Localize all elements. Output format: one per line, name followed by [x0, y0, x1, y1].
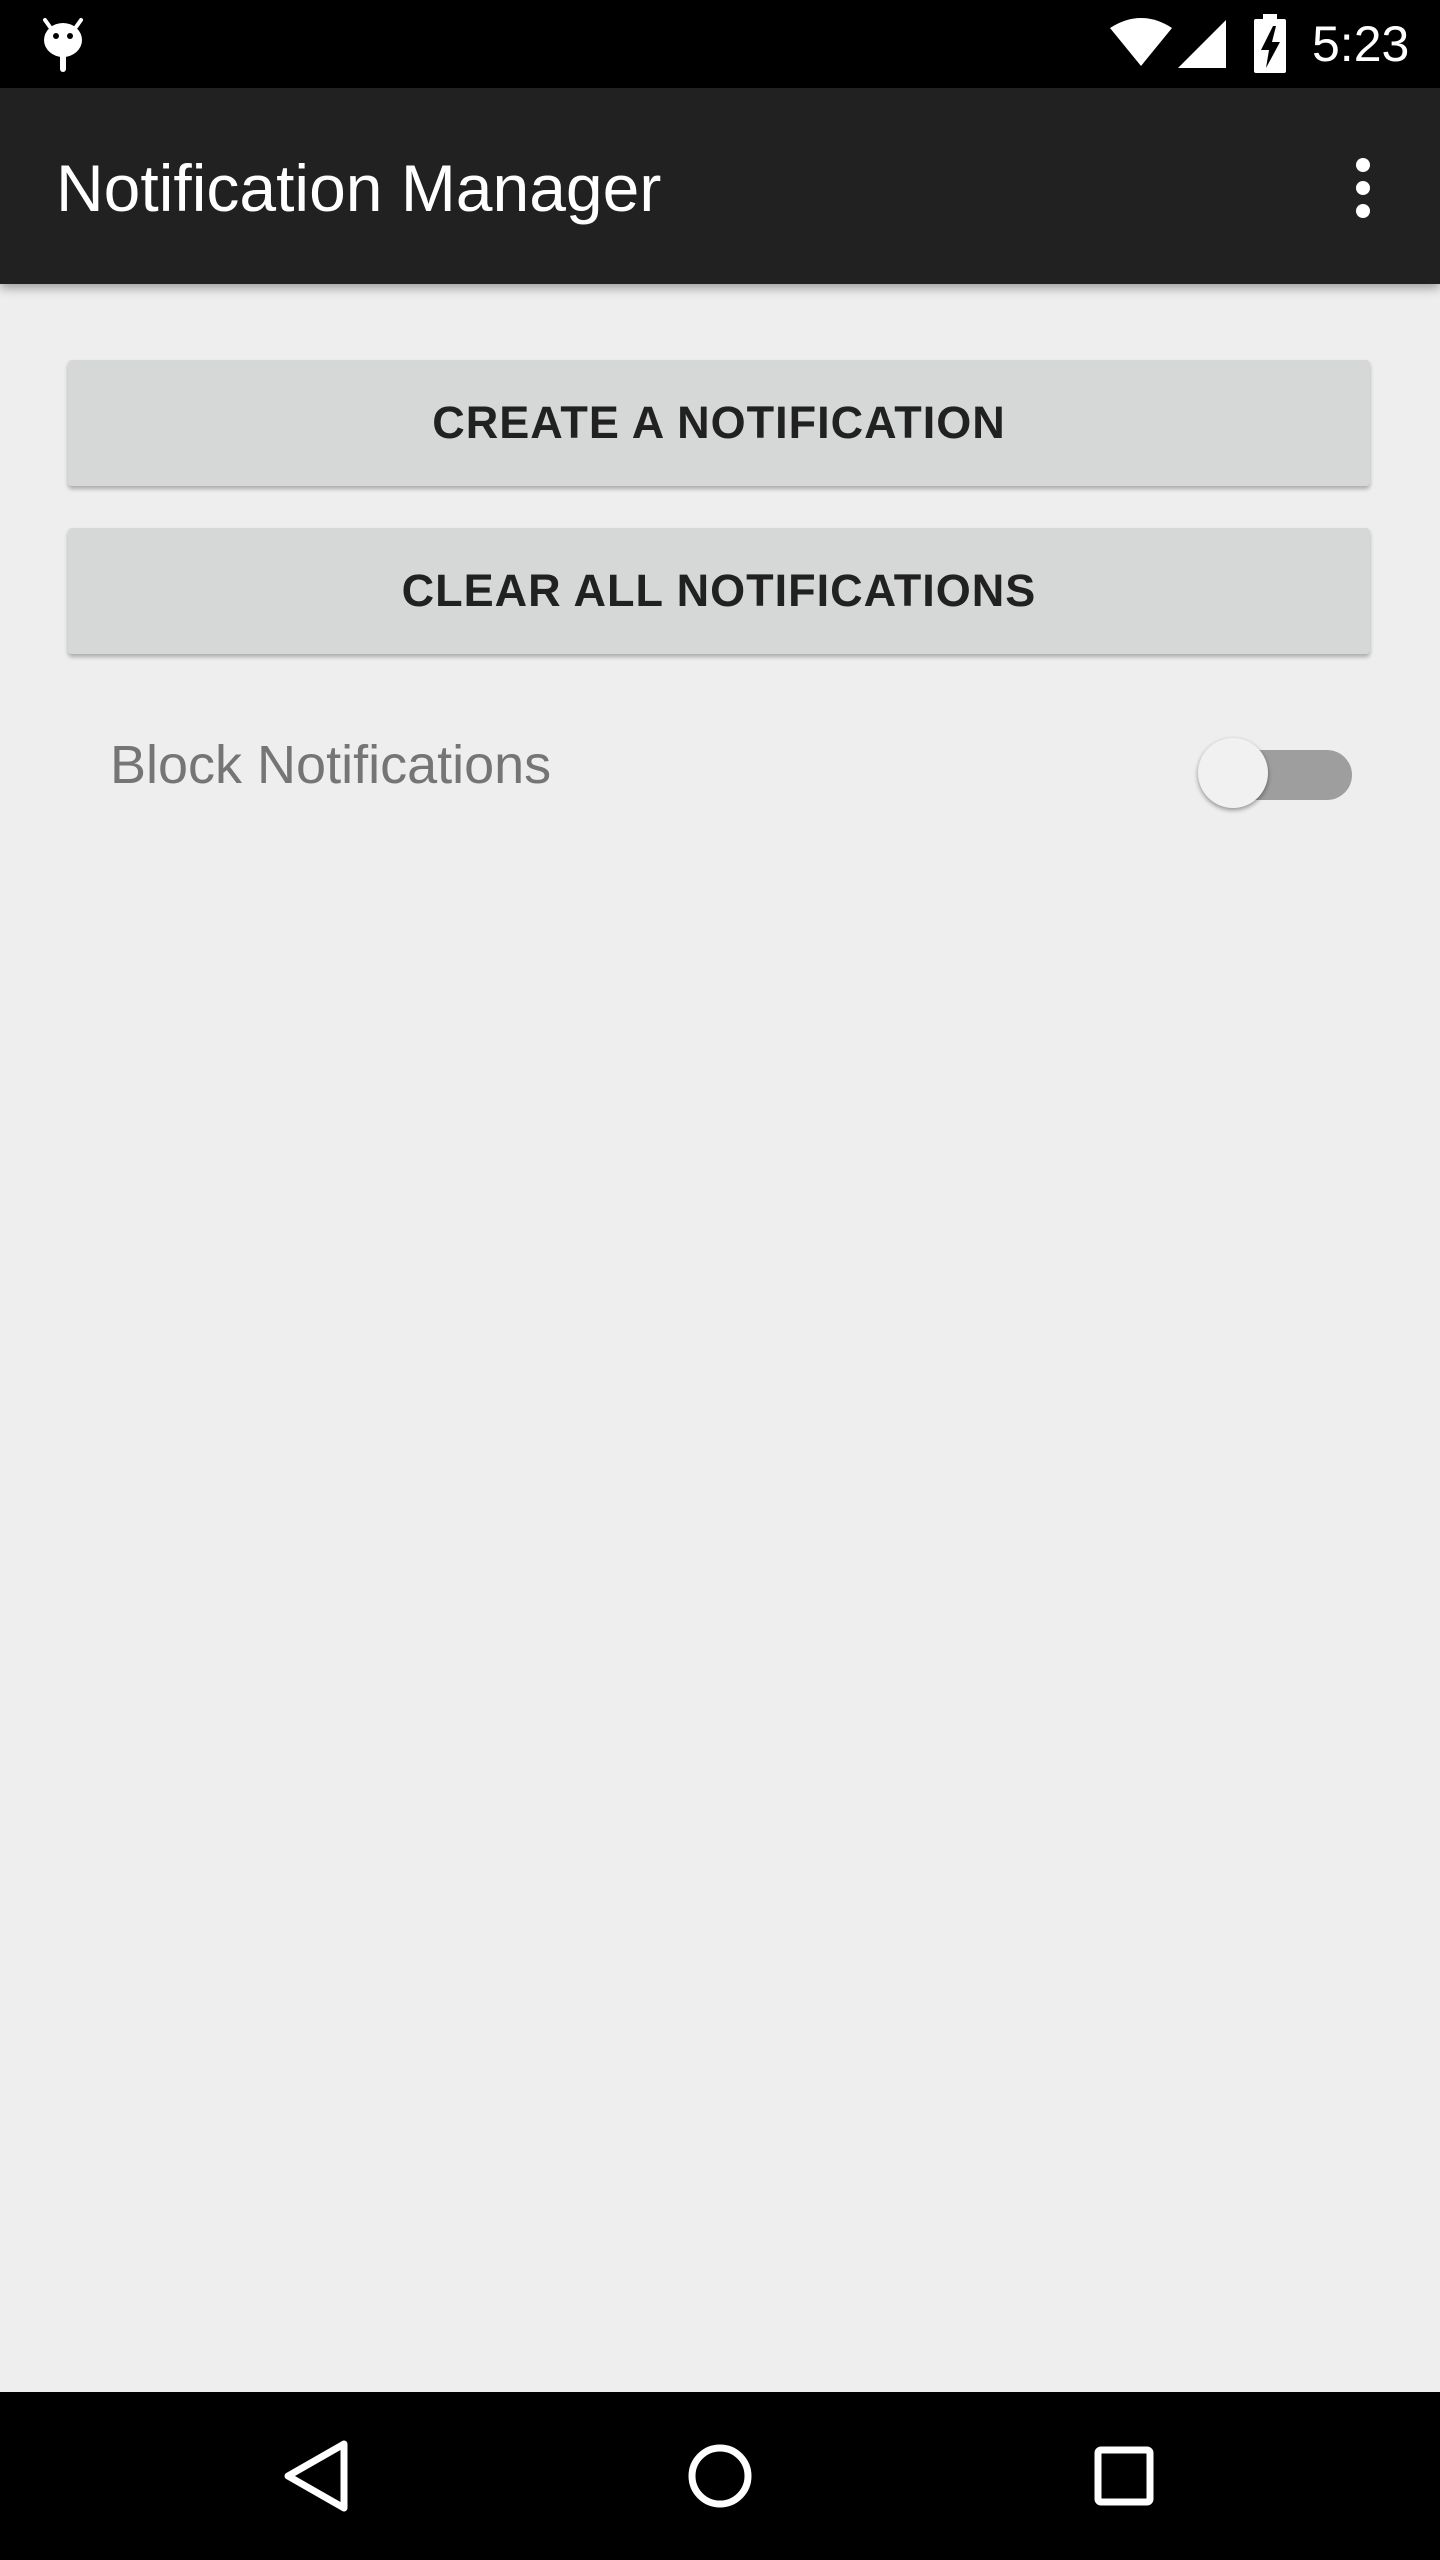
block-notifications-row: Block Notifications — [0, 710, 1440, 820]
android-debug-icon — [43, 18, 83, 72]
create-notification-button[interactable]: CREATE A NOTIFICATION — [68, 360, 1370, 486]
status-clock: 5:23 — [1312, 16, 1410, 72]
block-notifications-switch[interactable] — [1198, 728, 1356, 808]
overflow-dot — [1356, 204, 1370, 218]
battery-charging-icon — [1254, 14, 1286, 73]
block-notifications-label: Block Notifications — [110, 735, 552, 795]
status-bar: 5:23 — [0, 0, 1440, 88]
app-screen: 5:23 Notification Manager CREATE A NOTIF… — [0, 0, 1440, 2560]
cell-signal-icon — [1178, 20, 1226, 68]
app-bar: Notification Manager — [0, 88, 1440, 284]
overflow-dot — [1356, 158, 1370, 172]
clear-all-notifications-button[interactable]: CLEAR ALL NOTIFICATIONS — [68, 528, 1370, 654]
wifi-icon — [1110, 18, 1172, 66]
more-vert-icon[interactable] — [1330, 148, 1394, 228]
recents-icon[interactable] — [1074, 2426, 1174, 2526]
home-icon[interactable] — [670, 2426, 770, 2526]
page-title: Notification Manager — [56, 151, 662, 225]
switch-thumb — [1198, 738, 1268, 808]
navigation-bar — [0, 2392, 1440, 2560]
overflow-dot — [1356, 181, 1370, 195]
back-icon[interactable] — [266, 2426, 366, 2526]
